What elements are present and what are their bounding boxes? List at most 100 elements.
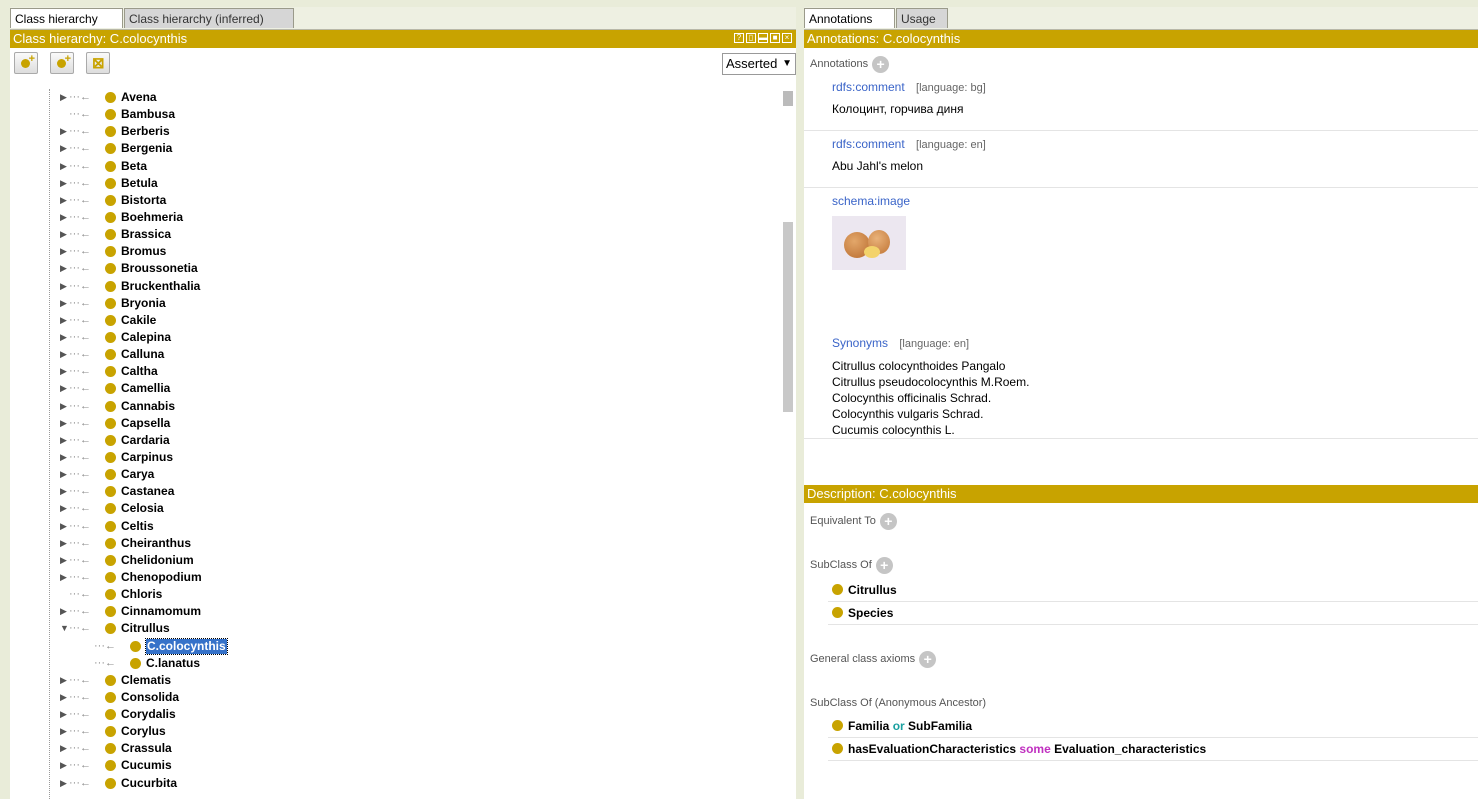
tree-node[interactable]: ▶ ···← Cheiranthus xyxy=(10,535,780,552)
close-icon[interactable]: × xyxy=(782,33,792,43)
tab-class-hierarchy[interactable]: Class hierarchy xyxy=(10,8,123,28)
tree-node[interactable]: ▶ ···← Boehmeria xyxy=(10,209,780,226)
maximize-icon[interactable]: ■ xyxy=(770,33,780,43)
expand-icon[interactable]: ▶ xyxy=(60,452,67,463)
tree-node[interactable]: ▶ ···← Chenopodium xyxy=(10,569,780,586)
expand-icon[interactable]: ▶ xyxy=(60,195,67,206)
expand-icon[interactable]: ▶ xyxy=(60,555,67,566)
expand-icon[interactable]: ▶ xyxy=(60,161,67,172)
expand-icon[interactable]: ▶ xyxy=(60,743,67,754)
expand-icon[interactable]: ▶ xyxy=(60,366,67,377)
tree-node[interactable]: ▶ ···← Bromus xyxy=(10,243,780,260)
minimize-icon[interactable]: ▬ xyxy=(758,33,768,43)
expand-icon[interactable]: ▶ xyxy=(60,692,67,703)
tree-scrollbar[interactable] xyxy=(781,89,795,799)
tree-node[interactable]: ▶ ···← Camellia xyxy=(10,380,780,397)
expand-icon[interactable]: ▶ xyxy=(60,92,67,103)
expand-icon[interactable]: ▶ xyxy=(60,606,67,617)
tab-usage[interactable]: Usage xyxy=(896,8,948,28)
expand-icon[interactable]: ▶ xyxy=(60,246,67,257)
expand-icon[interactable]: ▶ xyxy=(60,401,67,412)
add-subclass-of-button[interactable]: + xyxy=(875,556,893,574)
expand-icon[interactable]: ▶ xyxy=(60,383,67,394)
expand-icon[interactable]: ▶ xyxy=(60,675,67,686)
asserted-dropdown[interactable]: Asserted ▼ xyxy=(722,53,796,75)
collapse-icon[interactable]: ▼ xyxy=(60,623,69,633)
tree-node[interactable]: ▶ ···← Corydalis xyxy=(10,706,780,723)
tab-class-hierarchy-inferred[interactable]: Class hierarchy (inferred) xyxy=(124,8,294,28)
expand-icon[interactable]: ▶ xyxy=(60,332,67,343)
annotation-property[interactable]: Synonyms xyxy=(832,336,888,350)
expand-icon[interactable]: ▶ xyxy=(60,281,67,292)
expand-icon[interactable]: ▶ xyxy=(60,349,67,360)
tree-node[interactable]: ▶ ···← Cucurbita xyxy=(10,775,780,792)
tree-node[interactable]: ▶ ···← Crassula xyxy=(10,740,780,757)
expand-icon[interactable]: ▶ xyxy=(60,418,67,429)
annotation-item[interactable]: rdfs:comment [language: en] Abu Jahl's m… xyxy=(804,131,1478,188)
annotation-item[interactable]: Synonyms [language: en] Citrullus colocy… xyxy=(804,332,1478,439)
expand-icon[interactable]: ▶ xyxy=(60,521,67,532)
tab-annotations[interactable]: Annotations xyxy=(804,8,895,28)
tree-node[interactable]: ▶ ···← Cakile xyxy=(10,312,780,329)
tree-node[interactable]: ▶ ···← Caltha xyxy=(10,363,780,380)
expand-icon[interactable]: ▶ xyxy=(60,726,67,737)
tree-node[interactable]: ▶ ···← Cannabis xyxy=(10,398,780,415)
expand-icon[interactable]: ▶ xyxy=(60,538,67,549)
tree-node[interactable]: ▶ ···← Bergenia xyxy=(10,140,780,157)
scroll-up-button[interactable] xyxy=(783,91,793,106)
annotation-item[interactable]: rdfs:comment [language: bg] Колоцинт, го… xyxy=(804,76,1478,131)
expand-icon[interactable]: ▶ xyxy=(60,263,67,274)
expand-icon[interactable]: ▶ xyxy=(60,212,67,223)
tree-node[interactable]: ▶ ···← Brassica xyxy=(10,226,780,243)
tree-node[interactable]: ▶ ···← Carya xyxy=(10,466,780,483)
tree-node[interactable]: ▶ ···← Celosia xyxy=(10,500,780,517)
ancestor-item[interactable]: Familia or SubFamilia xyxy=(828,715,1478,738)
add-general-axiom-button[interactable]: + xyxy=(919,650,937,668)
expand-icon[interactable]: ▶ xyxy=(60,315,67,326)
tree-node[interactable]: ▶ ···← Chelidonium xyxy=(10,552,780,569)
tree-node[interactable]: ▶ ···← Corylus xyxy=(10,723,780,740)
tree-node[interactable]: ···← Bambusa xyxy=(10,106,780,123)
tree-node[interactable]: ···← Chloris xyxy=(10,586,780,603)
subclass-item[interactable]: Species xyxy=(828,602,1478,625)
tree-node[interactable]: ▶ ···← Berberis xyxy=(10,123,780,140)
tree-node[interactable]: ▼ ···← Citrullus xyxy=(10,620,780,637)
tree-node[interactable]: ···← C.colocynthis xyxy=(10,637,780,655)
subclass-item[interactable]: Citrullus xyxy=(828,579,1478,602)
tree-node[interactable]: ▶ ···← Cinnamomum xyxy=(10,603,780,620)
tree-node[interactable]: ▶ ···← Calepina xyxy=(10,329,780,346)
tree-node[interactable]: ▶ ···← Celtis xyxy=(10,518,780,535)
tree-node[interactable]: ▶ ···← Carpinus xyxy=(10,449,780,466)
annotation-property[interactable]: rdfs:comment xyxy=(832,137,905,151)
expand-icon[interactable]: ▶ xyxy=(60,298,67,309)
annotation-item[interactable]: schema:image xyxy=(804,188,1478,332)
tree-node[interactable]: ▶ ···← Avena xyxy=(10,89,780,106)
annotation-property[interactable]: rdfs:comment xyxy=(832,80,905,94)
tree-node[interactable]: ▶ ···← Castanea xyxy=(10,483,780,500)
tree-node[interactable]: ▶ ···← Calluna xyxy=(10,346,780,363)
add-subclass-button[interactable]: + xyxy=(14,52,38,74)
help-icon[interactable]: ? xyxy=(734,33,744,43)
tree-node[interactable]: ▶ ···← Betula xyxy=(10,175,780,192)
ancestor-item[interactable]: hasEvaluationCharacteristics some Evalua… xyxy=(828,738,1478,761)
add-annotation-button[interactable]: + xyxy=(872,55,890,73)
expand-icon[interactable]: ▶ xyxy=(60,143,67,154)
tree-node[interactable]: ▶ ···← Clematis xyxy=(10,672,780,689)
add-sibling-button[interactable]: + xyxy=(50,52,74,74)
expand-icon[interactable]: ▶ xyxy=(60,503,67,514)
tree-node[interactable]: ▶ ···← Beta xyxy=(10,158,780,175)
scroll-thumb[interactable] xyxy=(783,222,793,412)
expand-icon[interactable]: ▶ xyxy=(60,435,67,446)
tree-node[interactable]: ▶ ···← Broussonetia xyxy=(10,260,780,277)
tree-node[interactable]: ▶ ···← Cucumis xyxy=(10,757,780,774)
expand-icon[interactable]: ▶ xyxy=(60,486,67,497)
tree-node[interactable]: ▶ ···← Bruckenthalia xyxy=(10,278,780,295)
tree-node[interactable]: ▶ ···← Bryonia xyxy=(10,295,780,312)
expand-icon[interactable]: ▶ xyxy=(60,572,67,583)
annotation-property[interactable]: schema:image xyxy=(832,194,910,208)
tree-node[interactable]: ▶ ···← Cardaria xyxy=(10,432,780,449)
expand-icon[interactable]: ▶ xyxy=(60,469,67,480)
expand-icon[interactable]: ▶ xyxy=(60,229,67,240)
add-equivalent-button[interactable]: + xyxy=(879,512,897,530)
pin-icon[interactable]: ▯ xyxy=(746,33,756,43)
